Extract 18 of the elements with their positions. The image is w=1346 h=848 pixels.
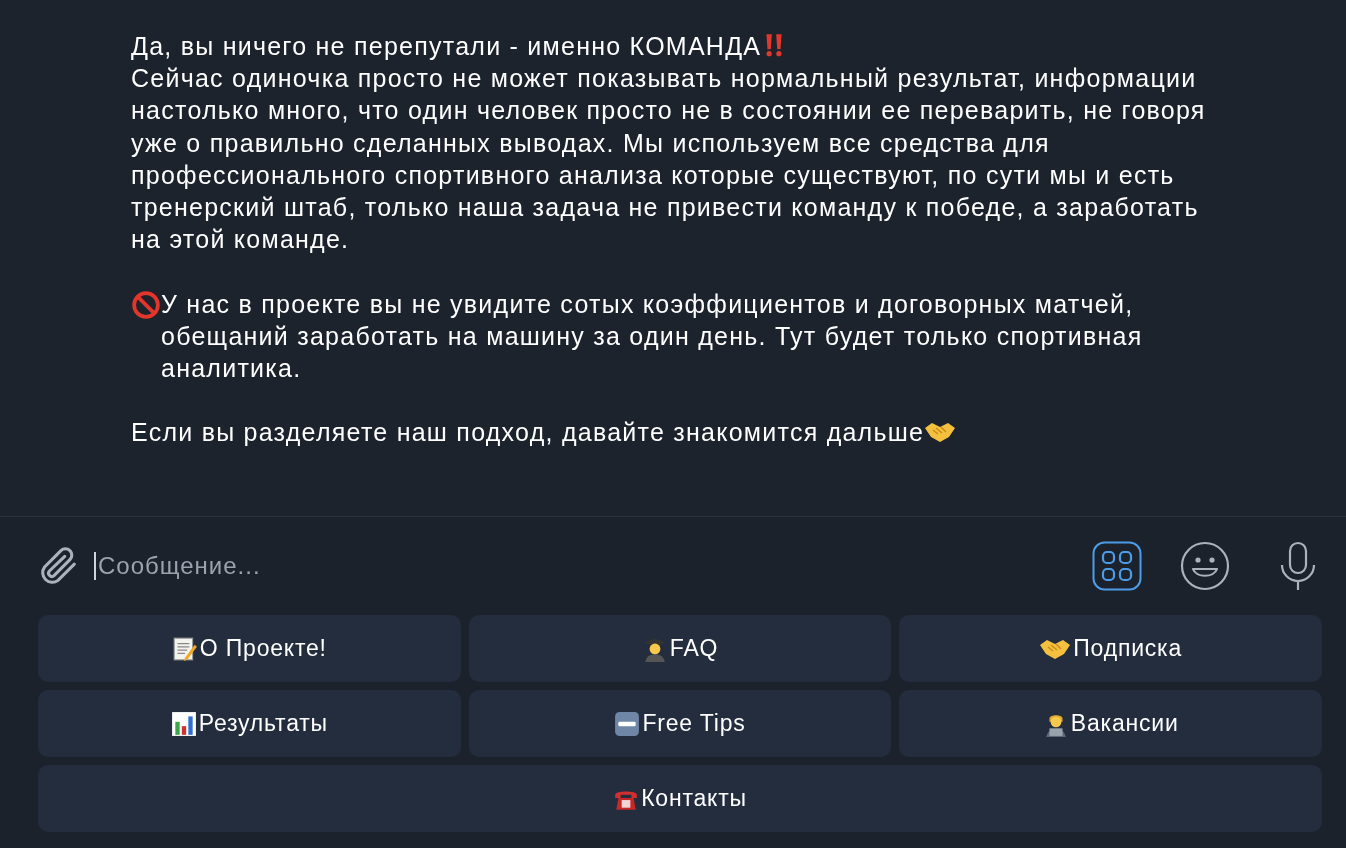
- keyboard-button[interactable]: Вакансии: [899, 690, 1322, 757]
- microphone-icon[interactable]: [1278, 541, 1318, 591]
- keyboard-button[interactable]: Подписка: [899, 615, 1322, 682]
- smiley-icon[interactable]: [1180, 541, 1230, 591]
- keyboard-button[interactable]: FAQ: [468, 615, 892, 682]
- prohibited-icon: [131, 289, 161, 320]
- memo-icon: [171, 635, 198, 662]
- apps-grid-icon[interactable]: [1092, 541, 1142, 591]
- bar-chart-icon: [170, 710, 197, 737]
- message-text: У нас в проекте вы не увидите сотых коэффициентов и договорных матчей, обещаний заработать на машину за один день. Тут будет только спортивная аналитика.: [161, 288, 1144, 384]
- message-input[interactable]: Сообщение...: [94, 552, 1092, 580]
- message-text: Если вы разделяете наш подход, давайте знакомится дальше: [131, 418, 925, 447]
- message-text: Сейчас одиночка просто не может показывать нормальный результат, информации настолько много, что один человек просто не в состоянии ее переварить, не говоря уже о правильно сделанных выводах. Мы используем все средства для профессионального спортивного анализа которые существуют, по сути мы и есть тренерский штаб, только наша задача не привести команду к победе, а заработать на этой команде.: [131, 64, 1206, 254]
- message-text: Да, вы ничего не перепутали - именно КОМАНДА: [131, 32, 762, 60]
- keyboard-button[interactable]: О Проекте!: [38, 615, 461, 682]
- keyboard-button[interactable]: Контакты: [38, 765, 1322, 832]
- keyboard-button[interactable]: Результаты: [38, 690, 461, 757]
- keyboard-button[interactable]: Free Tips: [468, 690, 892, 757]
